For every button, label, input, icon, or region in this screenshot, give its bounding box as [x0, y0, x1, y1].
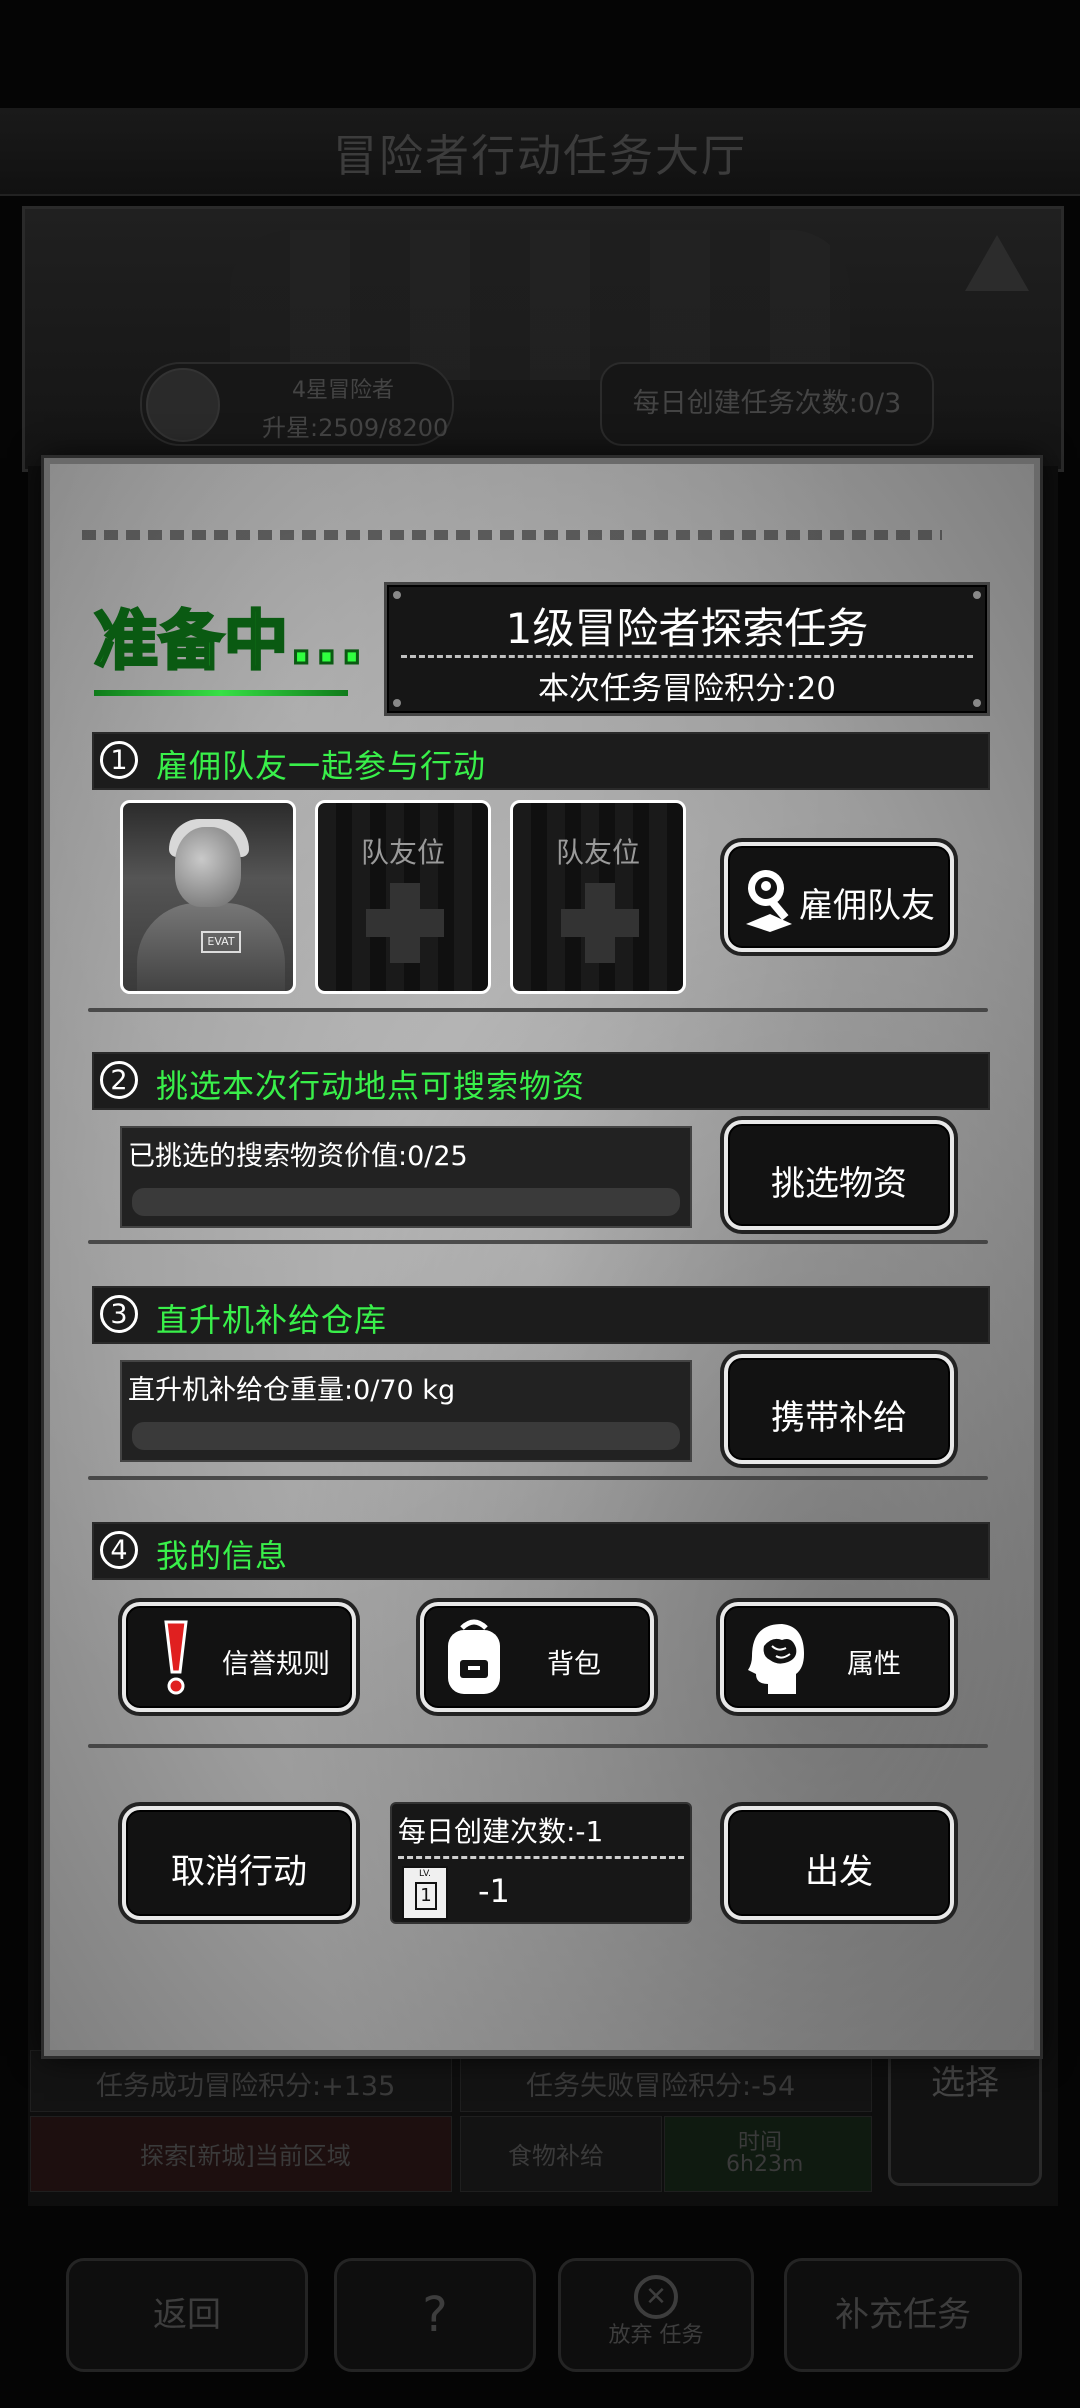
success-score: 任务成功冒险积分:+135 [96, 2071, 396, 2102]
food-supply: 食物补给 [508, 2142, 604, 2170]
heli-weight-progress-bar [132, 1422, 680, 1450]
supplies-value-text: 已挑选的搜索物资价值:0/25 [128, 1141, 468, 1172]
refill-task-button[interactable]: 补充任务 [784, 2258, 1022, 2372]
search-person-icon [746, 870, 792, 932]
rank-progress: 升星:2509/8200 [262, 414, 449, 442]
back-button[interactable]: 返回 [66, 2258, 308, 2372]
uniform-badge: EVAT [201, 931, 241, 953]
cancel-action-button[interactable]: 取消行动 [122, 1806, 356, 1920]
level-card-icon: LV. 1 [402, 1866, 448, 1920]
section-number: 4 [100, 1531, 138, 1569]
plus-icon-bar [366, 909, 444, 937]
hire-teammate-button[interactable]: 雇佣队友 [724, 842, 954, 952]
status-underline [94, 690, 348, 696]
section-label: 直升机补给仓库 [156, 1301, 388, 1339]
level-card-number: 1 [415, 1882, 437, 1910]
teammate-slot-label: 队友位 [555, 836, 640, 869]
depart-button[interactable]: 出发 [724, 1806, 954, 1920]
portrait-head [175, 827, 241, 907]
supplies-value-box: 已挑选的搜索物资价值:0/25 [120, 1126, 692, 1228]
rank-panel: 4星冒险者 升星:2509/8200 [140, 362, 454, 446]
credit-rules-label: 信誉规则 [222, 1649, 330, 1680]
backpack-label: 背包 [547, 1649, 601, 1680]
divider [88, 1008, 988, 1012]
hall-title: 冒险者行动任务大厅 [333, 131, 747, 182]
pick-supplies-button[interactable]: 挑选物资 [724, 1120, 954, 1230]
section-label: 雇佣队友一起参与行动 [156, 747, 487, 785]
credit-rules-button[interactable]: 信誉规则 [122, 1602, 356, 1712]
section-number: 3 [100, 1295, 138, 1333]
divider [88, 1240, 988, 1244]
rank-title: 4星冒险者 [292, 378, 394, 403]
section-number: 2 [100, 1061, 138, 1099]
attributes-label: 属性 [847, 1649, 901, 1680]
section-label: 我的信息 [156, 1537, 289, 1575]
backpack-button[interactable]: 背包 [420, 1602, 654, 1712]
abandon-task-label: 放弃 任务 [608, 2323, 704, 2348]
section-my-info: 4 我的信息 [92, 1522, 990, 1580]
section-number: 1 [100, 741, 138, 779]
carry-supplies-label: 携带补给 [771, 1398, 907, 1438]
teammate-slot-self[interactable]: EVAT [120, 800, 296, 994]
section-pick-supplies: 2 挑选本次行动地点可搜索物资 [92, 1052, 990, 1110]
section-hire-teammates: 1 雇佣队友一起参与行动 [92, 732, 990, 790]
abandon-task-button[interactable]: ✕ 放弃 任务 [558, 2258, 754, 2372]
banner-characters [230, 230, 850, 380]
fail-score: 任务失败冒险积分:-54 [526, 2071, 796, 2102]
teammate-slot-empty[interactable]: 队友位 [315, 800, 491, 994]
warning-triangle-icon [965, 235, 1029, 291]
depart-label: 出发 [805, 1852, 873, 1892]
heli-weight-text: 直升机补给仓重量:0/70 kg [128, 1375, 456, 1406]
supplies-progress-bar [132, 1188, 680, 1216]
brain-head-icon [748, 1624, 804, 1694]
teammate-slot-empty[interactable]: 队友位 [510, 800, 686, 994]
daily-count-text: 每日创建次数:-1 [398, 1815, 604, 1848]
exclamation-icon [164, 1620, 188, 1695]
time-value: 6h23m [726, 2152, 804, 2177]
backpack-icon [448, 1619, 500, 1694]
task-header-box: 1级冒险者探索任务 本次任务冒险积分:20 [384, 582, 990, 716]
help-map-button[interactable]: ? [334, 2258, 536, 2372]
cancel-action-label: 取消行动 [171, 1852, 307, 1892]
level-card-text: LV. [419, 1869, 431, 1879]
daily-create-counter: 每日创建任务次数:0/3 [600, 362, 934, 446]
divider [401, 655, 973, 658]
hire-teammate-label: 雇佣队友 [799, 886, 935, 926]
section-label: 挑选本次行动地点可搜索物资 [156, 1067, 586, 1105]
daily-cost-value: -1 [478, 1872, 510, 1910]
attributes-button[interactable]: 属性 [720, 1602, 954, 1712]
section-heli-storage: 3 直升机补给仓库 [92, 1286, 990, 1344]
close-circle-icon: ✕ [634, 2275, 678, 2319]
pick-supplies-label: 挑选物资 [771, 1164, 907, 1204]
avatar [146, 368, 220, 442]
divider [88, 1476, 988, 1480]
task-score: 本次任务冒险积分:20 [538, 671, 836, 707]
heli-weight-box: 直升机补给仓重量:0/70 kg [120, 1360, 692, 1462]
question-icon: ? [422, 2287, 448, 2343]
torn-edge [82, 530, 942, 540]
daily-create-cost: 每日创建次数:-1 LV. 1 -1 [390, 1802, 692, 1924]
plus-icon-bar [561, 909, 639, 937]
status-preparing: 准备中... [93, 604, 366, 681]
task-title: 1级冒险者探索任务 [505, 604, 869, 653]
carry-supplies-button[interactable]: 携带补给 [724, 1354, 954, 1464]
teammate-slot-label: 队友位 [360, 836, 445, 869]
divider [398, 1856, 684, 1859]
explore-area: 探索[新城]当前区域 [140, 2142, 351, 2170]
divider [88, 1744, 988, 1748]
